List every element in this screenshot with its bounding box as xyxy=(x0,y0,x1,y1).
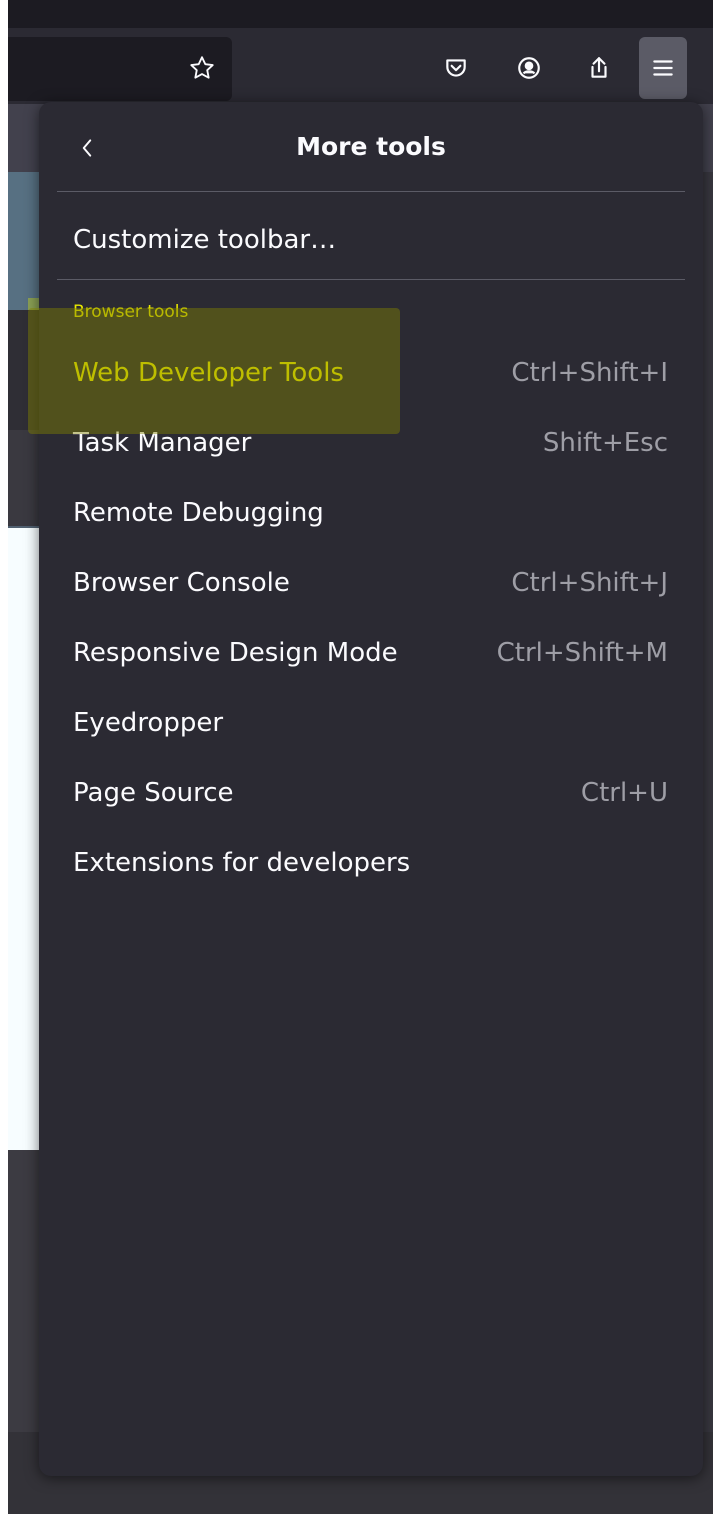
hamburger-menu-button[interactable] xyxy=(639,37,687,99)
menu-item-remote-debugging[interactable]: Remote Debugging xyxy=(39,485,703,541)
menu-item-browser-console[interactable]: Browser Console Ctrl+Shift+J xyxy=(39,555,703,611)
menu-item-shortcut: Ctrl+Shift+I xyxy=(511,358,668,388)
more-tools-panel: More tools Customize toolbar… Browser to… xyxy=(39,102,703,1476)
section-heading: Browser tools xyxy=(73,302,189,322)
menu-item-label: Eyedropper xyxy=(73,708,224,738)
menu-item-web-developer-tools[interactable]: Web Developer Tools Ctrl+Shift+I xyxy=(39,345,703,401)
menu-item-shortcut: Ctrl+Shift+J xyxy=(511,568,668,598)
title-bar xyxy=(8,0,713,28)
menu-item-label: Task Manager xyxy=(73,428,252,458)
menu-item-label: Page Source xyxy=(73,778,234,808)
menu-item-shortcut: Ctrl+Shift+M xyxy=(496,638,668,668)
menu-item-eyedropper[interactable]: Eyedropper xyxy=(39,695,703,751)
menu-item-shortcut: Ctrl+U xyxy=(580,778,668,808)
menu-item-label: Extensions for developers xyxy=(73,848,411,878)
menu-item-label: Responsive Design Mode xyxy=(73,638,398,668)
panel-header: More tools xyxy=(39,102,703,192)
divider xyxy=(57,191,685,192)
account-icon[interactable] xyxy=(509,48,549,88)
panel-title: More tools xyxy=(296,132,446,161)
menu-item-extensions-for-developers[interactable]: Extensions for developers xyxy=(39,835,703,891)
share-icon[interactable] xyxy=(579,48,619,88)
menu-item-task-manager[interactable]: Task Manager Shift+Esc xyxy=(39,415,703,471)
menu-item-label: Web Developer Tools xyxy=(73,358,344,388)
customize-toolbar-item[interactable]: Customize toolbar… xyxy=(39,210,703,270)
divider xyxy=(57,279,685,280)
menu-item-responsive-design-mode[interactable]: Responsive Design Mode Ctrl+Shift+M xyxy=(39,625,703,681)
menu-item-label: Remote Debugging xyxy=(73,498,324,528)
menu-item-label: Browser Console xyxy=(73,568,290,598)
star-icon[interactable] xyxy=(182,48,222,88)
pocket-icon[interactable] xyxy=(436,48,476,88)
hamburger-menu-icon xyxy=(653,60,673,76)
menu-item-shortcut: Shift+Esc xyxy=(542,428,668,458)
menu-item-page-source[interactable]: Page Source Ctrl+U xyxy=(39,765,703,821)
